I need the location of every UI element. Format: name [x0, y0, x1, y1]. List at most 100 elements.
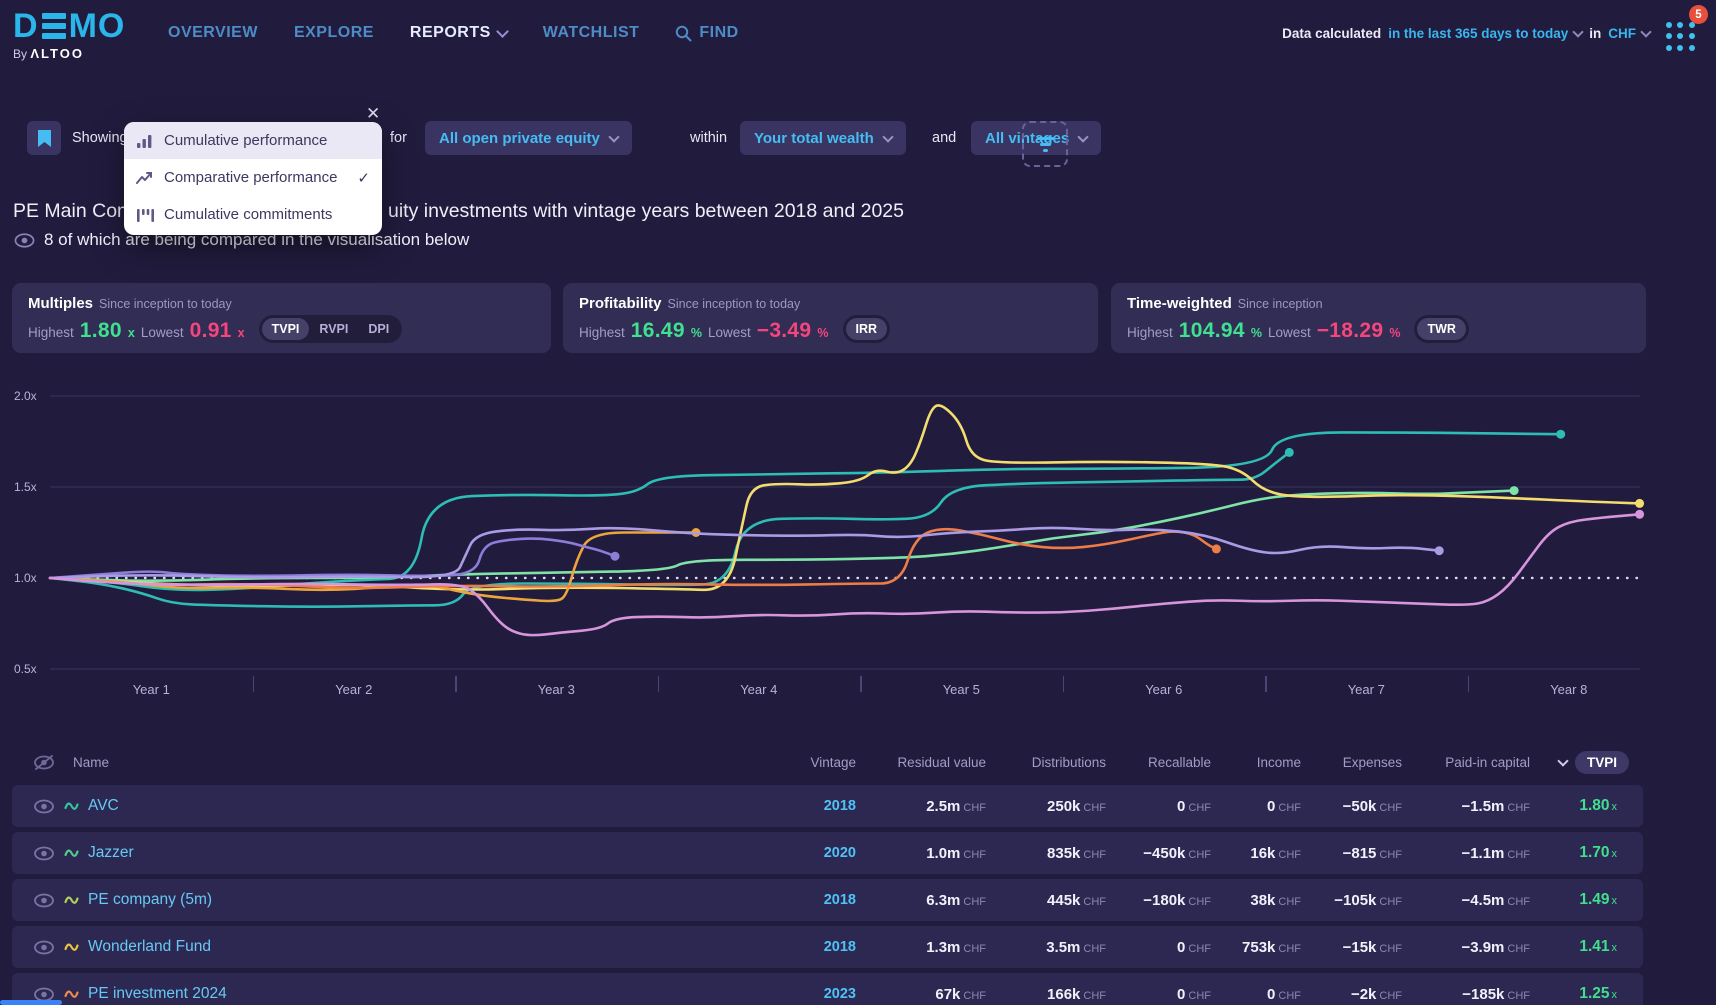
metric-pill-rvpi[interactable]: RVPI: [309, 318, 358, 340]
card-title: Multiples Since inception to today: [28, 295, 232, 312]
and-label: and: [932, 130, 957, 146]
cell-tvpi: 1.25 x: [1530, 985, 1643, 1003]
header-distributions[interactable]: Distributions: [986, 755, 1106, 770]
header-income[interactable]: Income: [1211, 755, 1301, 770]
nav-link-label: OVERVIEW: [168, 24, 258, 41]
card-values: Highest 104.94% Lowest −18.29% TWR: [1127, 315, 1630, 347]
menu-item-cumulative-performance[interactable]: Cumulative performance: [124, 122, 382, 159]
header-name-label[interactable]: Name: [73, 755, 109, 770]
cell-value: 0: [1177, 797, 1186, 815]
card-values: Highest 1.80 x Lowest 0.91 x TVPI RVPI DPI: [28, 315, 535, 347]
nav-link-watchlist[interactable]: WATCHLIST: [543, 24, 640, 42]
table-body: AVC 2018 2.5m CHF 250k CHF 0 CHF 0 CHF −50k CHF −1.5…: [12, 785, 1643, 1005]
series-endpoint-teal-b: [1284, 447, 1294, 457]
cell-vintage: 2018: [823, 798, 856, 814]
scope-filter-dropdown[interactable]: Your total wealth: [740, 121, 906, 155]
header-name: Name: [12, 754, 747, 771]
cell-income: 753k CHF: [1211, 939, 1301, 956]
currency-suffix: CHF: [1188, 801, 1211, 814]
eye-icon[interactable]: [33, 893, 55, 908]
header-expenses[interactable]: Expenses: [1301, 755, 1402, 770]
header-tvpi[interactable]: TVPI: [1530, 751, 1643, 774]
currency-suffix: CHF: [963, 989, 986, 1002]
currency-suffix: CHF: [1278, 895, 1301, 908]
asset-filter-dropdown[interactable]: All open private equity: [425, 121, 632, 155]
close-menu-icon[interactable]: ✕: [366, 104, 380, 124]
metric-pill-twr[interactable]: TWR: [1417, 318, 1466, 340]
cell-value: −105k: [1334, 891, 1377, 909]
bookmark-button[interactable]: [27, 121, 61, 155]
performance-chart[interactable]: [40, 358, 1650, 690]
series-endpoint-purple: [610, 551, 620, 561]
fund-name-link[interactable]: PE investment 2024: [88, 985, 227, 1003]
tvpi-unit: x: [1611, 942, 1618, 954]
nav-links: OVERVIEW EXPLORE REPORTS WATCHLIST FIND: [168, 24, 739, 42]
cell-value: −815: [1342, 844, 1377, 862]
metric-pill-tvpi[interactable]: TVPI: [261, 318, 310, 340]
cell-value: 38k: [1250, 891, 1276, 909]
eye-icon[interactable]: [33, 799, 55, 814]
currency-suffix: CHF: [1278, 989, 1301, 1002]
cell-paid_in: −1.1m CHF: [1402, 845, 1530, 862]
cell-value: 1.0m: [926, 844, 961, 862]
cell-distributions: 166k CHF: [986, 986, 1106, 1003]
eye-off-icon[interactable]: [33, 754, 55, 771]
eye-icon[interactable]: [33, 940, 55, 955]
fund-name-link[interactable]: PE company (5m): [88, 891, 212, 909]
header-vintage[interactable]: Vintage: [747, 755, 856, 770]
logo-wordmark: D MO: [13, 7, 126, 45]
series-line-lavender[interactable]: [48, 526, 1441, 580]
stat-card-time-weighted: Time-weighted Since inception Highest 104.9…: [1111, 283, 1646, 353]
notification-badge[interactable]: 5: [1689, 5, 1708, 24]
currency-suffix: CHF: [1507, 801, 1530, 814]
cell-income: 38k CHF: [1211, 892, 1301, 909]
cell-value: −450k: [1143, 844, 1186, 862]
nav-link-explore[interactable]: EXPLORE: [294, 24, 374, 42]
lowest-label: Lowest: [140, 325, 184, 340]
for-label: for: [390, 130, 407, 146]
nav-link-reports[interactable]: REPORTS: [410, 24, 509, 42]
fund-name-link[interactable]: AVC: [88, 797, 119, 815]
fund-name-link[interactable]: Wonderland Fund: [88, 938, 211, 956]
tvpi-value: 1.41: [1579, 938, 1610, 955]
cell-income: 0 CHF: [1211, 986, 1301, 1003]
header-residual[interactable]: Residual value: [856, 755, 986, 770]
x-tick-mark: [657, 676, 659, 692]
cell-distributions: 250k CHF: [986, 798, 1106, 815]
fund-name-link[interactable]: Jazzer: [88, 844, 134, 862]
lowest-unit: %: [817, 326, 829, 340]
cell-value: −180k: [1143, 891, 1186, 909]
cell-tvpi: 1.41 x: [1530, 938, 1643, 956]
demo-logo[interactable]: D MO By ΛLTOO: [13, 8, 125, 61]
menu-item-cumulative-commitments[interactable]: Cumulative commitments: [124, 196, 382, 233]
metric-pill-irr[interactable]: IRR: [845, 318, 888, 340]
eye-icon[interactable]: [33, 846, 55, 861]
horizontal-scrollbar[interactable]: [0, 1000, 62, 1005]
header-paid_in[interactable]: Paid-in capital: [1402, 755, 1530, 770]
currency-suffix: CHF: [1379, 989, 1402, 1002]
tvpi-value: 1.70: [1579, 844, 1610, 861]
table-row: PE company (5m) 2018 6.3m CHF 445k CHF −180k CH…: [12, 879, 1643, 921]
advanced-filter-button[interactable]: [1022, 121, 1068, 167]
apps-grid-icon[interactable]: [1666, 22, 1696, 52]
metric-pill-dpi[interactable]: DPI: [358, 318, 399, 340]
header-tvpi-pill[interactable]: TVPI: [1574, 751, 1629, 774]
series-line-teal-a[interactable]: [48, 431, 1562, 592]
header-recallable[interactable]: Recallable: [1106, 755, 1211, 770]
nav-link-find[interactable]: FIND: [675, 24, 738, 42]
search-icon: [676, 25, 692, 41]
menu-item-comparative-performance[interactable]: Comparative performance ✓: [124, 159, 382, 196]
date-range-dropdown[interactable]: in the last 365 days to today: [1388, 26, 1584, 41]
nav-link-overview[interactable]: OVERVIEW: [168, 24, 258, 42]
lowest-value: 0.91: [189, 319, 232, 342]
cell-value: 250k: [1047, 797, 1081, 815]
cell-value: 2.5m: [926, 797, 961, 815]
cell-expenses: −15k CHF: [1301, 939, 1402, 956]
currency-dropdown[interactable]: CHF: [1608, 26, 1652, 41]
currency-suffix: CHF: [963, 848, 986, 861]
x-tick-mark: [1062, 676, 1064, 692]
series-line-amber[interactable]: [48, 531, 698, 603]
top-nav: D MO By ΛLTOO OVERVIEW EXPLORE REPORTS WATC…: [0, 0, 1716, 78]
cell-value: 0: [1267, 985, 1276, 1003]
page-title-right: uity investments with vintage years betw…: [388, 200, 904, 222]
